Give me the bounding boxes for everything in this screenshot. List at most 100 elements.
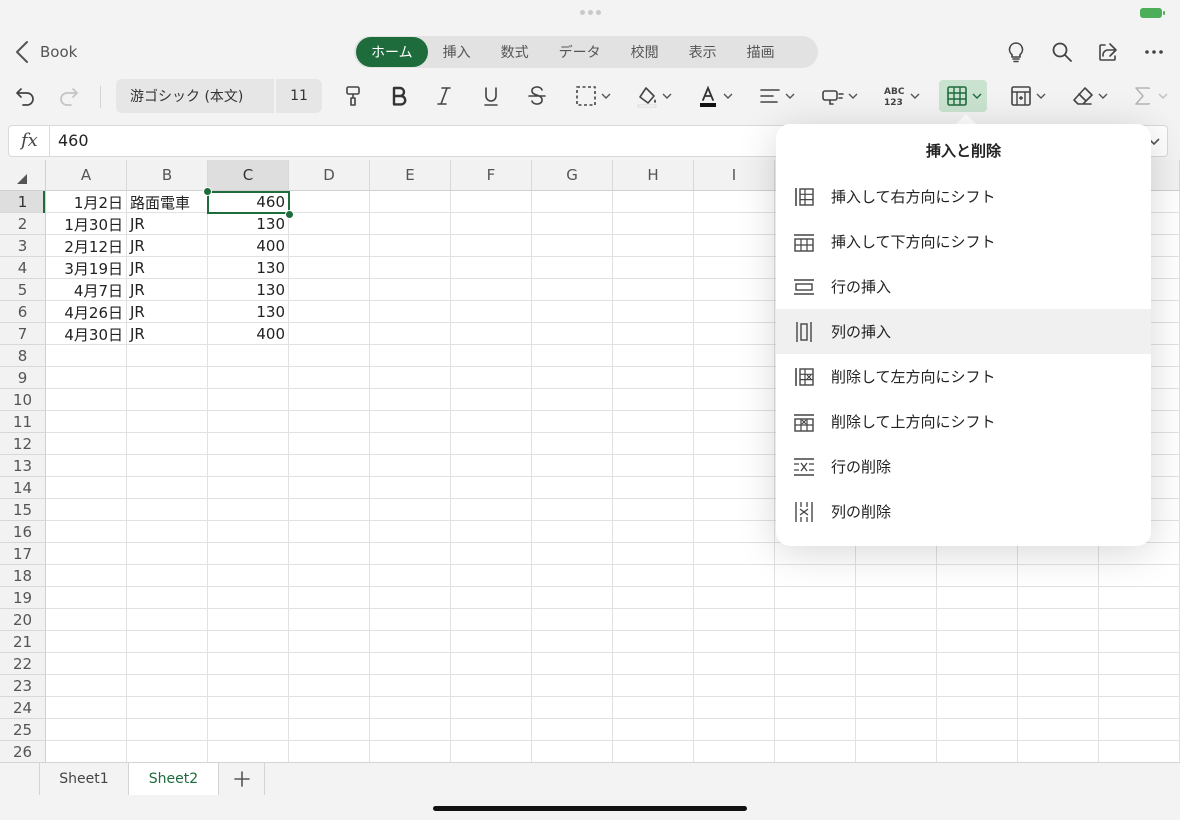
table-cell[interactable]: 1月30日 bbox=[46, 213, 126, 235]
table-cell[interactable]: 130 bbox=[208, 279, 288, 301]
cell-selection-box[interactable] bbox=[207, 191, 290, 214]
table-cell[interactable]: 400 bbox=[208, 235, 288, 257]
search-icon[interactable] bbox=[1050, 40, 1074, 64]
tab-insert[interactable]: 挿入 bbox=[428, 37, 486, 67]
table-cell[interactable]: 130 bbox=[208, 213, 288, 235]
column-header[interactable]: D bbox=[289, 160, 370, 191]
tab-home[interactable]: ホーム bbox=[356, 37, 428, 67]
number-format-abc-button[interactable]: ABC 123 bbox=[880, 80, 922, 112]
table-cell[interactable]: JR bbox=[127, 235, 207, 257]
row-header[interactable]: 5 bbox=[0, 279, 46, 301]
underline-button[interactable] bbox=[478, 80, 504, 112]
align-button[interactable] bbox=[756, 80, 796, 112]
clear-button[interactable] bbox=[1068, 80, 1110, 112]
bold-button[interactable] bbox=[386, 80, 412, 112]
table-cell[interactable]: 路面電車 bbox=[127, 191, 207, 213]
row-header[interactable]: 24 bbox=[0, 697, 46, 719]
row-header[interactable]: 19 bbox=[0, 587, 46, 609]
row-header[interactable]: 13 bbox=[0, 455, 46, 477]
share-icon[interactable] bbox=[1096, 40, 1120, 64]
column-header[interactable]: A bbox=[46, 160, 127, 191]
table-cell[interactable]: 3月19日 bbox=[46, 257, 126, 279]
add-sheet-button[interactable] bbox=[219, 763, 265, 795]
row-header[interactable]: 3 bbox=[0, 235, 46, 257]
table-cell[interactable]: 4月30日 bbox=[46, 323, 126, 345]
delete-shift-left-item[interactable]: 削除して左方向にシフト bbox=[776, 354, 1151, 399]
multitasking-grabber[interactable] bbox=[580, 10, 602, 15]
sheet-tab-sheet1[interactable]: Sheet1 bbox=[39, 763, 129, 795]
row-header[interactable]: 15 bbox=[0, 499, 46, 521]
row-header[interactable]: 22 bbox=[0, 653, 46, 675]
delete-shift-up-item[interactable]: 削除して上方向にシフト bbox=[776, 399, 1151, 444]
borders-button[interactable] bbox=[572, 80, 612, 112]
autosum-button[interactable] bbox=[1130, 80, 1168, 112]
column-header[interactable]: G bbox=[532, 160, 613, 191]
table-cell[interactable]: 2月12日 bbox=[46, 235, 126, 257]
row-header[interactable]: 26 bbox=[0, 741, 46, 762]
column-header[interactable]: I bbox=[694, 160, 775, 191]
table-cell[interactable]: JR bbox=[127, 257, 207, 279]
column-header[interactable]: C bbox=[208, 160, 289, 191]
font-name-picker[interactable]: 游ゴシック (本文) bbox=[116, 79, 274, 113]
home-indicator[interactable] bbox=[433, 806, 747, 811]
format-painter-button[interactable] bbox=[340, 80, 366, 112]
insert-row-item[interactable]: 行の挿入 bbox=[776, 264, 1151, 309]
row-header[interactable]: 7 bbox=[0, 323, 46, 345]
table-cell[interactable]: 130 bbox=[208, 257, 288, 279]
table-cell[interactable]: 130 bbox=[208, 301, 288, 323]
lightbulb-icon[interactable] bbox=[1004, 40, 1028, 64]
table-cell[interactable]: 400 bbox=[208, 323, 288, 345]
undo-button[interactable] bbox=[12, 80, 38, 112]
formula-input[interactable]: 460 bbox=[58, 131, 89, 150]
more-icon[interactable] bbox=[1142, 40, 1166, 64]
row-header[interactable]: 1 bbox=[0, 191, 46, 213]
italic-button[interactable] bbox=[431, 80, 457, 112]
font-color-button[interactable] bbox=[694, 80, 734, 112]
fx-label[interactable]: fx bbox=[21, 130, 38, 151]
row-header[interactable]: 9 bbox=[0, 367, 46, 389]
column-header[interactable]: H bbox=[613, 160, 694, 191]
strikethrough-button[interactable] bbox=[524, 80, 550, 112]
row-header[interactable]: 8 bbox=[0, 345, 46, 367]
row-header[interactable]: 18 bbox=[0, 565, 46, 587]
table-cell[interactable]: 1月2日 bbox=[46, 191, 126, 213]
table-cell[interactable]: JR bbox=[127, 279, 207, 301]
insert-shift-down-item[interactable]: 挿入して下方向にシフト bbox=[776, 219, 1151, 264]
number-format-button[interactable] bbox=[818, 80, 860, 112]
delete-row-item[interactable]: 行の削除 bbox=[776, 444, 1151, 489]
font-size-picker[interactable]: 11 bbox=[276, 79, 322, 113]
table-cell[interactable]: JR bbox=[127, 213, 207, 235]
tab-view[interactable]: 表示 bbox=[674, 37, 732, 67]
tab-draw[interactable]: 描画 bbox=[732, 37, 790, 67]
insert-delete-cells-button[interactable] bbox=[939, 80, 987, 112]
row-header[interactable]: 6 bbox=[0, 301, 46, 323]
column-header[interactable]: F bbox=[451, 160, 532, 191]
row-header[interactable]: 14 bbox=[0, 477, 46, 499]
tab-data[interactable]: データ bbox=[544, 37, 616, 67]
insert-shift-right-item[interactable]: 挿入して右方向にシフト bbox=[776, 174, 1151, 219]
selection-handle-top-left[interactable] bbox=[203, 187, 212, 196]
back-button[interactable]: Book bbox=[12, 38, 77, 66]
sheet-tab-sheet2[interactable]: Sheet2 bbox=[129, 763, 219, 795]
table-cell[interactable]: JR bbox=[127, 323, 207, 345]
row-header[interactable]: 25 bbox=[0, 719, 46, 741]
row-header[interactable]: 2 bbox=[0, 213, 46, 235]
selection-handle-bottom-right[interactable] bbox=[285, 210, 294, 219]
row-header[interactable]: 12 bbox=[0, 433, 46, 455]
row-header[interactable]: 20 bbox=[0, 609, 46, 631]
select-all-button[interactable] bbox=[0, 160, 46, 191]
format-cells-button[interactable] bbox=[1006, 80, 1048, 112]
redo-button[interactable] bbox=[56, 80, 82, 112]
row-header[interactable]: 10 bbox=[0, 389, 46, 411]
column-header[interactable]: E bbox=[370, 160, 451, 191]
row-header[interactable]: 4 bbox=[0, 257, 46, 279]
table-cell[interactable]: 4月26日 bbox=[46, 301, 126, 323]
row-header[interactable]: 16 bbox=[0, 521, 46, 543]
table-cell[interactable]: 4月7日 bbox=[46, 279, 126, 301]
tab-formulas[interactable]: 数式 bbox=[486, 37, 544, 67]
row-header[interactable]: 23 bbox=[0, 675, 46, 697]
row-header[interactable]: 11 bbox=[0, 411, 46, 433]
row-header[interactable]: 17 bbox=[0, 543, 46, 565]
table-cell[interactable]: JR bbox=[127, 301, 207, 323]
insert-column-item[interactable]: 列の挿入 bbox=[776, 309, 1151, 354]
